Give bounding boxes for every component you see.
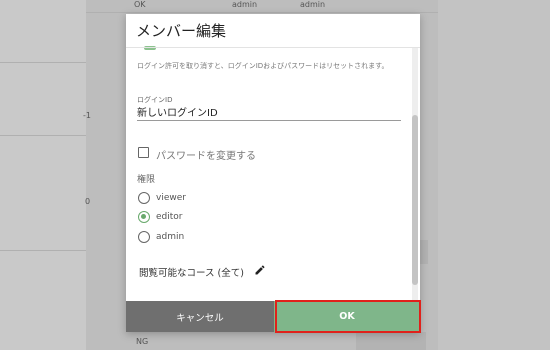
background-cell-status: OK (134, 0, 146, 9)
pencil-icon[interactable] (254, 264, 266, 276)
background-row-divider (0, 250, 86, 251)
role-radio-viewer[interactable] (138, 192, 150, 204)
role-label-editor[interactable]: editor (156, 212, 183, 222)
change-password-checkbox[interactable] (138, 147, 149, 158)
background-row-fragment: -1 (83, 111, 91, 120)
background-row-divider (0, 62, 86, 63)
background-cell (356, 332, 426, 350)
dialog-scrollbar-thumb[interactable] (412, 115, 418, 285)
ok-button-highlight (275, 300, 421, 333)
login-revoke-note: ログイン許可を取り消すと、ログインIDおよびパスワードはリセットされます。 (137, 62, 389, 70)
dialog-title: メンバー編集 (136, 22, 227, 40)
background-cell-role: admin (232, 0, 258, 9)
role-section-label: 権限 (137, 175, 156, 185)
background-right-column (438, 0, 550, 350)
background-cell-role-2: admin (300, 0, 326, 9)
role-radio-editor[interactable] (138, 211, 150, 223)
background-cell-ng: NG (136, 337, 149, 346)
background-row-fragment: 0 (85, 197, 91, 206)
background-row-divider (0, 135, 86, 136)
role-radio-admin[interactable] (138, 231, 150, 243)
change-password-label[interactable]: パスワードを変更する (156, 147, 256, 162)
role-label-admin[interactable]: admin (156, 232, 184, 242)
background-cell (420, 240, 428, 264)
viewable-courses-label: 閲覧可能なコース (全て) (139, 268, 244, 279)
login-id-underline (137, 120, 401, 121)
login-id-input[interactable]: 新しいログインID (137, 104, 218, 119)
dialog-divider (126, 47, 420, 48)
role-label-viewer[interactable]: viewer (156, 193, 186, 203)
background-left-column (0, 0, 86, 350)
cancel-button[interactable]: キャンセル (126, 301, 274, 332)
background-row-divider (86, 12, 438, 13)
